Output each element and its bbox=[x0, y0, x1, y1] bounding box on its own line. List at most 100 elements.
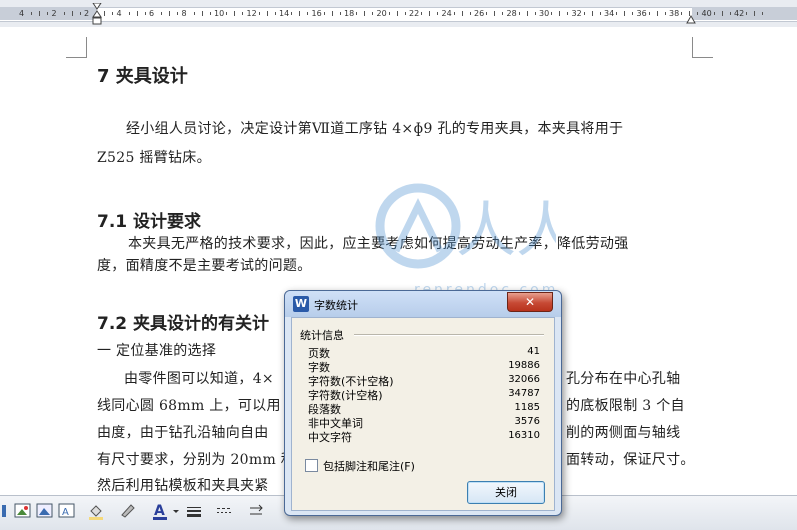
ruler-tick bbox=[421, 12, 423, 15]
ruler-number: 12 bbox=[246, 9, 257, 18]
stat-value: 34787 bbox=[508, 388, 540, 399]
paragraph-line: 削的两侧面与轴线 bbox=[566, 425, 681, 441]
ruler-number: 26 bbox=[474, 9, 485, 18]
wps-app-icon: W bbox=[293, 296, 309, 312]
ruler-tick bbox=[79, 12, 81, 15]
dialog-body: 统计信息 页数 41 字数 19886 字符数(不计空格) 32066 字符数(… bbox=[291, 317, 555, 511]
dialog-title: 字数统计 bbox=[314, 299, 358, 312]
stat-value: 16310 bbox=[508, 430, 540, 441]
paint-bucket-icon bbox=[89, 505, 103, 520]
stat-value: 32066 bbox=[508, 374, 540, 385]
stat-label: 中文字符 bbox=[308, 431, 352, 444]
ruler-number: 10 bbox=[214, 9, 225, 18]
ruler-tick bbox=[201, 11, 203, 16]
ruler-tick bbox=[721, 11, 723, 16]
ruler-tick bbox=[396, 11, 398, 16]
paragraph-line: 然后利用钻模板和夹具夹紧 bbox=[97, 478, 269, 494]
ruler-tick bbox=[762, 12, 764, 15]
first-line-indent-marker[interactable] bbox=[92, 3, 102, 25]
ruler-tick bbox=[681, 12, 683, 15]
ruler-tick bbox=[234, 11, 236, 16]
paragraph-line: 经小组人员讨论，决定设计第Ⅶ道工序钻 4×ɸ9 孔的专用夹具，本夹具将用于 bbox=[126, 121, 624, 137]
ruler-number: 4 bbox=[19, 9, 25, 18]
ruler-tick bbox=[258, 12, 260, 15]
ruler-tick bbox=[656, 11, 658, 16]
ruler-tick bbox=[47, 12, 49, 15]
crop-mark-top-left bbox=[66, 37, 87, 58]
ruler-number: 24 bbox=[441, 9, 452, 18]
ruler-tick bbox=[559, 11, 561, 16]
ruler-tick bbox=[136, 11, 138, 16]
insert-image-button[interactable] bbox=[35, 501, 55, 521]
ruler-tick bbox=[356, 12, 358, 15]
ruler-tick bbox=[323, 12, 325, 15]
chevron-down-icon bbox=[173, 510, 179, 513]
ruler-tick bbox=[664, 12, 666, 15]
ruler-tick bbox=[518, 12, 520, 15]
ruler-tick bbox=[39, 11, 41, 16]
ruler-number: 30 bbox=[539, 9, 550, 18]
ruler-tick bbox=[461, 11, 463, 16]
dialog-close-button[interactable]: ✕ bbox=[507, 292, 553, 312]
line-style-icon bbox=[187, 507, 201, 517]
ruler-tick bbox=[534, 12, 536, 15]
ruler-tick bbox=[112, 12, 114, 15]
heading-section: 7.2 夹具设计的有关计 bbox=[97, 314, 270, 334]
stat-value: 41 bbox=[527, 346, 540, 357]
paragraph-line: 度，面精度不是主要考试的问题。 bbox=[97, 258, 312, 274]
ruler-tick bbox=[331, 11, 333, 16]
ruler-tick bbox=[567, 12, 569, 15]
ruler-tick bbox=[616, 12, 618, 15]
right-indent-marker[interactable] bbox=[686, 12, 696, 24]
ruler-tick bbox=[226, 12, 228, 15]
paragraph-line: 的底板限制 3 个自 bbox=[566, 398, 685, 414]
word-count-dialog: W 字数统计 ✕ 统计信息 页数 41 字数 19886 字符数(不计空格) 3… bbox=[284, 290, 562, 516]
svg-text:A: A bbox=[154, 503, 165, 519]
insert-picture-button[interactable] bbox=[13, 501, 33, 521]
horizontal-ruler[interactable]: 4 2 2 4 6 8 10 12 14 16 18 20 22 24 26 28 30 32 34 36 38 40 42 bbox=[0, 0, 797, 28]
insert-wordart-button[interactable]: A bbox=[57, 501, 77, 521]
ruler-number: 4 bbox=[116, 9, 122, 18]
heading-section: 7.1 设计要求 bbox=[97, 212, 202, 232]
ruler-tick bbox=[372, 12, 374, 15]
ruler-tick bbox=[193, 12, 195, 15]
dialog-titlebar[interactable]: W 字数统计 ✕ bbox=[285, 291, 561, 317]
ruler-tick bbox=[551, 12, 553, 15]
dash-style-button[interactable] bbox=[214, 501, 234, 521]
heading-chapter: 7 夹具设计 bbox=[97, 66, 188, 87]
group-divider bbox=[354, 334, 544, 336]
include-footnotes-checkbox[interactable] bbox=[305, 459, 318, 472]
ruler-tick bbox=[632, 12, 634, 15]
ruler-tick bbox=[128, 12, 130, 15]
paragraph-line: 线同心圆 68mm 上，可以用 bbox=[97, 398, 281, 414]
ruler-tick bbox=[583, 12, 585, 15]
line-style-button[interactable] bbox=[184, 501, 204, 521]
font-color-button[interactable]: A bbox=[150, 501, 170, 521]
ruler-tick bbox=[291, 12, 293, 15]
ruler-left-margin bbox=[0, 7, 97, 20]
crop-mark-top-right bbox=[692, 37, 713, 58]
ruler-number: 42 bbox=[734, 9, 745, 18]
fill-color-button[interactable] bbox=[86, 501, 106, 521]
ruler-tick bbox=[713, 12, 715, 15]
ruler-number: 20 bbox=[376, 9, 387, 18]
close-button[interactable]: 关闭 bbox=[467, 481, 545, 504]
ruler-tick bbox=[388, 12, 390, 15]
ruler-tick bbox=[161, 12, 163, 15]
ruler-tick bbox=[177, 12, 179, 15]
ruler-tick bbox=[274, 12, 276, 15]
dash-style-icon bbox=[217, 508, 231, 513]
line-color-button[interactable] bbox=[118, 501, 138, 521]
toolbar-edge-icon bbox=[2, 505, 6, 517]
paragraph-line: 孔分布在中心孔轴 bbox=[566, 371, 681, 387]
ruler-number: 8 bbox=[181, 9, 187, 18]
paragraph-line: 面转动，保证尺寸。 bbox=[566, 452, 695, 468]
ruler-number: 40 bbox=[701, 9, 712, 18]
include-footnotes-label[interactable]: 包括脚注和尾注(F) bbox=[323, 458, 415, 474]
arrow-style-button[interactable] bbox=[247, 501, 267, 521]
stat-value: 1185 bbox=[514, 402, 540, 413]
picture-icon bbox=[14, 503, 31, 518]
ruler-tick bbox=[494, 11, 496, 16]
wordart-icon: A bbox=[58, 503, 75, 518]
paragraph-line: Z525 摇臂钻床。 bbox=[97, 150, 211, 166]
